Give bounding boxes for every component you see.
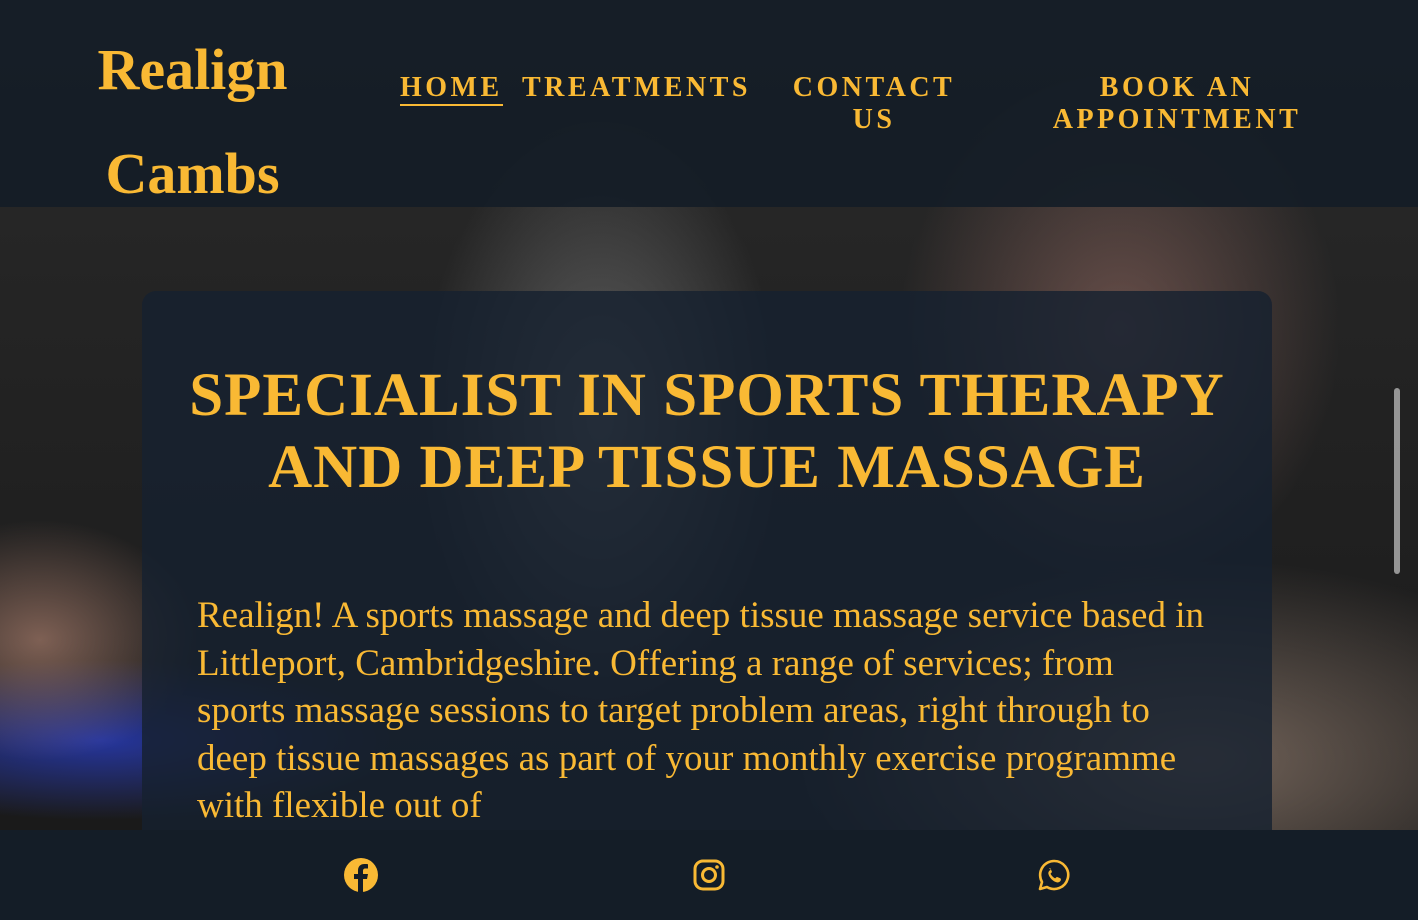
hero-heading: SPECIALIST IN SPORTS THERAPY AND DEEP TI… — [189, 362, 1225, 501]
site-header: Realign Cambs HOME TREATMENTS CONTACT US… — [0, 0, 1418, 207]
nav-contact-us[interactable]: CONTACT US — [788, 72, 960, 136]
instagram-icon[interactable] — [691, 857, 727, 893]
logo-line-1: Realign — [97, 37, 288, 102]
site-logo[interactable]: Realign Cambs — [60, 18, 325, 226]
site-footer — [0, 830, 1418, 920]
facebook-icon[interactable] — [343, 857, 379, 893]
whatsapp-icon[interactable] — [1036, 857, 1072, 893]
nav-book-appointment[interactable]: BOOK AN APPOINTMENT — [1046, 72, 1308, 136]
scrollbar[interactable] — [1394, 388, 1400, 574]
hero-intro: Realign! A sports massage and deep tissu… — [197, 595, 1204, 826]
logo-line-2: Cambs — [105, 141, 280, 206]
nav-home[interactable]: HOME — [400, 72, 503, 106]
nav-treatments[interactable]: TREATMENTS — [522, 72, 751, 104]
